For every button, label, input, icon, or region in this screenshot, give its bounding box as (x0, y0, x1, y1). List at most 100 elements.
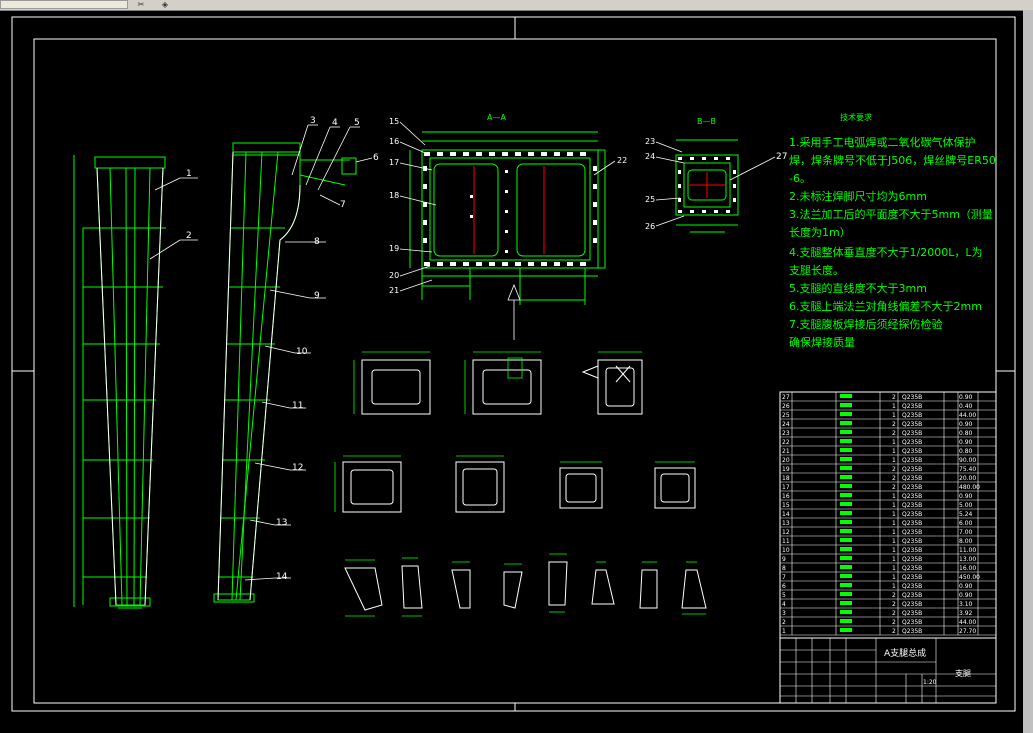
bom-item-number: 23 (782, 430, 790, 437)
callout-5: 5 (354, 118, 360, 128)
bom-material: Q235B (902, 538, 922, 545)
vertical-scrollbar[interactable] (1023, 10, 1033, 733)
bom-part-name-mark (840, 475, 852, 479)
bom-material: Q235B (902, 466, 922, 473)
bom-quantity: 2 (892, 628, 896, 635)
note-line-12: 确保焊接质量 (789, 335, 855, 349)
bom-item-number: 24 (782, 421, 790, 428)
bom-part-name-mark (840, 619, 852, 623)
properties-icon[interactable]: ◈ (160, 0, 170, 9)
cad-drawing-canvas[interactable]: 1 2 3 4 5 6 7 8 9 10 11 12 13 14 A—A 15 … (0, 11, 1022, 733)
bom-material: Q235B (902, 610, 922, 617)
callout-3: 3 (310, 116, 316, 126)
bom-item-number: 27 (782, 394, 790, 401)
bom-quantity: 1 (892, 439, 896, 446)
callout-12: 12 (292, 463, 303, 473)
bom-material: Q235B (902, 484, 922, 491)
section-a-a: A—A 15 16 17 18 19 20 21 22 (389, 113, 627, 340)
bom-part-name-mark (840, 574, 852, 578)
bom-quantity: 1 (892, 574, 896, 581)
bom-weight: 0.80 (959, 430, 973, 437)
bom-quantity: 1 (892, 565, 896, 572)
bom-weight: 44.00 (959, 412, 976, 419)
bom-item-number: 18 (782, 475, 790, 482)
bom-weight: 27.70 (959, 628, 976, 635)
bom-item-number: 1 (782, 628, 786, 635)
note-line-4: 2.未标注焊脚尺寸均为6mm (789, 189, 927, 203)
callout-13: 13 (276, 518, 287, 528)
bom-weight: 13.00 (959, 556, 976, 563)
bom-quantity: 1 (892, 493, 896, 500)
bom-quantity: 2 (892, 592, 896, 599)
bom-weight: 3.92 (959, 610, 973, 617)
bom-quantity: 1 (892, 520, 896, 527)
bom-material: Q235B (902, 520, 922, 527)
callout-8: 8 (314, 237, 320, 247)
side-view-leg: 3 4 5 6 7 8 9 10 11 12 13 14 (213, 116, 379, 603)
bom-quantity: 2 (892, 610, 896, 617)
front-view-leg: 1 2 (73, 155, 198, 609)
bom-weight: 90.00 (959, 457, 976, 464)
bom-item-number: 6 (782, 583, 786, 590)
bom-weight: 0.90 (959, 394, 973, 401)
plate-details-row-2 (342, 461, 696, 513)
bom-part-name-mark (840, 457, 852, 461)
bom-weight: 3.10 (959, 601, 973, 608)
note-line-6: 长度为1m） (789, 225, 851, 239)
bom-quantity: 1 (892, 403, 896, 410)
bom-weight: 0.90 (959, 421, 973, 428)
bom-part-name-mark (840, 628, 852, 632)
bom-weight: 11.00 (959, 547, 976, 554)
callout-11: 11 (292, 401, 303, 411)
bom-quantity: 1 (892, 556, 896, 563)
bom-part-name-mark (840, 529, 852, 533)
callout-18: 18 (389, 191, 399, 200)
bom-part-name-mark (840, 439, 852, 443)
bom-quantity: 1 (892, 538, 896, 545)
bom-part-name-mark (840, 421, 852, 425)
bom-weight: 0.90 (959, 439, 973, 446)
drawing-scale: 1:20 (923, 679, 937, 686)
bom-material: Q235B (902, 475, 922, 482)
bom-quantity: 1 (892, 529, 896, 536)
cut-icon[interactable]: ✂ (136, 0, 146, 9)
bom-material: Q235B (902, 529, 922, 536)
bom-material: Q235B (902, 628, 922, 635)
bom-part-name-mark (840, 583, 852, 587)
bom-quantity: 2 (892, 601, 896, 608)
callout-19: 19 (389, 244, 399, 253)
callout-15: 15 (389, 117, 399, 126)
callout-21: 21 (389, 286, 399, 295)
bom-part-name-mark (840, 592, 852, 596)
callout-17: 17 (389, 158, 399, 167)
bom-item-number: 26 (782, 403, 790, 410)
bom-material: Q235B (902, 601, 922, 608)
callout-4: 4 (332, 118, 338, 128)
bom-part-name-mark (840, 466, 852, 470)
bom-item-number: 11 (782, 538, 790, 545)
note-line-2: 焊，焊条牌号不低于J506，焊丝牌号ER50 (789, 153, 996, 167)
bom-weight: 5.00 (959, 502, 973, 509)
bom-quantity: 1 (892, 583, 896, 590)
bom-weight: 5.24 (959, 511, 973, 518)
note-line-9: 5.支腿的直线度不大于3mm (789, 281, 927, 295)
bom-material: Q235B (902, 511, 922, 518)
callout-9: 9 (314, 291, 320, 301)
bom-material: Q235B (902, 547, 922, 554)
section-b-b: B—B 23 24 25 26 27 (645, 117, 787, 233)
bom-item-number: 19 (782, 466, 790, 473)
note-line-8: 支腿长度。 (789, 263, 844, 277)
title-block: A支腿总成 1:20 支腿 (779, 637, 997, 704)
callout-1: 1 (186, 169, 192, 179)
technical-notes: 技术要求 1.采用手工电弧焊或二氧化碳气体保护 焊，焊条牌号不低于J506，焊丝… (789, 112, 996, 349)
bom-weight: 0.90 (959, 583, 973, 590)
bom-material: Q235B (902, 421, 922, 428)
bom-weight: 480.00 (959, 484, 980, 491)
callout-22: 22 (617, 156, 627, 165)
note-line-1: 1.采用手工电弧焊或二氧化碳气体保护 (789, 135, 976, 149)
bom-weight: 8.00 (959, 538, 973, 545)
bom-material: Q235B (902, 448, 922, 455)
sheet-name: 支腿 (955, 668, 971, 678)
layer-combo[interactable] (0, 0, 128, 9)
bom-weight: 75.40 (959, 466, 976, 473)
